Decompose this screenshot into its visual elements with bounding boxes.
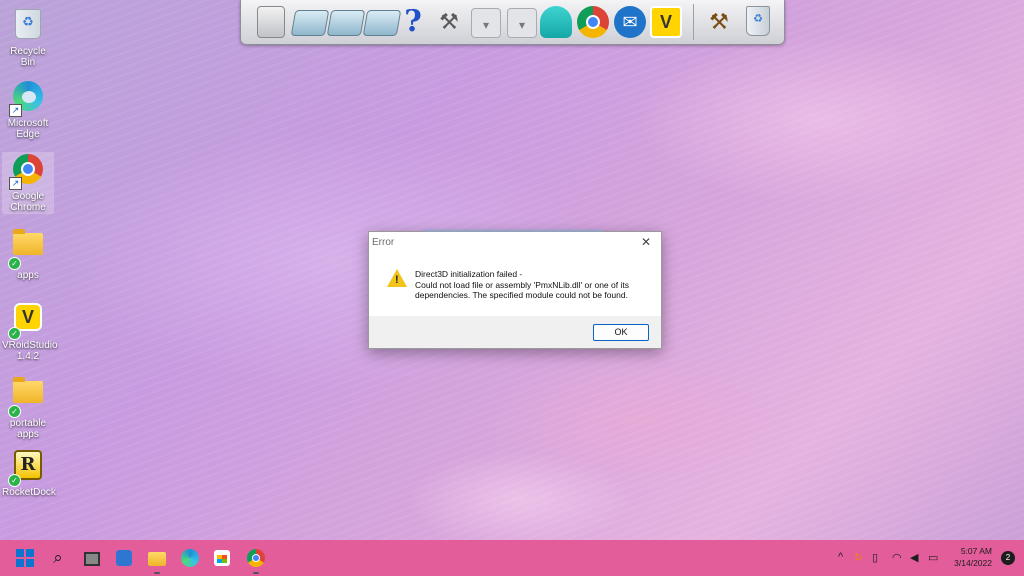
- edge-icon[interactable]: [181, 549, 199, 567]
- desktop-icon-rocketdock[interactable]: R ✓ RocketDock: [2, 448, 56, 498]
- desktop-icon-label: RocketDock: [2, 487, 56, 498]
- desktop-icon-label: Microsoft Edge: [7, 118, 49, 140]
- dialog-title: Error: [372, 237, 395, 248]
- vroid-icon[interactable]: V: [650, 6, 682, 38]
- folder-icon[interactable]: [362, 10, 402, 36]
- desktop-icon-chrome[interactable]: ↗ Google Chrome: [2, 152, 54, 214]
- folder-icon[interactable]: [326, 10, 366, 36]
- usb-icon[interactable]: ▯: [872, 551, 878, 564]
- sync-check-icon: ✓: [8, 405, 21, 418]
- sync-check-icon: ✓: [8, 257, 21, 270]
- desktop-icon-edge[interactable]: ↗ Microsoft Edge: [2, 79, 54, 140]
- widgets-icon[interactable]: [116, 550, 132, 566]
- dock-separator: [693, 4, 694, 40]
- running-indicator: [154, 572, 160, 574]
- clock-date: 3/14/2022: [954, 558, 992, 568]
- desktop-icon-label: apps: [17, 270, 39, 281]
- arrow-icon[interactable]: ▾: [507, 8, 537, 38]
- volume-icon[interactable]: ◀: [910, 551, 918, 564]
- sync-icon[interactable]: ↻: [854, 551, 863, 564]
- chevron-up-icon[interactable]: ^: [838, 551, 843, 563]
- miku-icon[interactable]: [540, 6, 572, 38]
- desktop-icon-recycle-bin[interactable]: Recycle Bin: [2, 6, 54, 68]
- error-dialog: Error ✕ ! Direct3D initialization failed…: [368, 229, 662, 349]
- help-icon[interactable]: ?: [397, 6, 429, 38]
- chrome-icon[interactable]: [247, 549, 265, 567]
- store-icon[interactable]: [214, 550, 230, 566]
- rocketdock-icon: R ✓: [8, 450, 45, 487]
- recycle-bin-icon[interactable]: [746, 6, 770, 36]
- desktop-icon-label: portable apps: [9, 418, 47, 440]
- vroid-icon: V ✓: [8, 303, 45, 340]
- computer-icon[interactable]: [257, 6, 285, 38]
- sync-check-icon: ✓: [8, 474, 21, 487]
- start-icon[interactable]: [16, 549, 34, 567]
- desktop-icon-portable-apps[interactable]: ✓ portable apps: [2, 374, 54, 440]
- rocket-dock: ? ⚒ ▾ ▾ ✉ V ⚒: [240, 0, 785, 45]
- chrome-icon: ↗: [9, 154, 45, 190]
- search-icon[interactable]: ⌕: [48, 548, 68, 568]
- desktop-icon-apps[interactable]: ✓ apps: [2, 226, 54, 281]
- dialog-message: Direct3D initialization failed - Could n…: [415, 269, 655, 301]
- taskbar: ⌕ ^ ↻ ▯ ◠ ◀ ▭ 5:07 AM 3/14/2022 2: [0, 540, 1024, 576]
- ok-button[interactable]: OK: [593, 324, 649, 341]
- desktop-icon-label: Recycle Bin: [10, 46, 46, 68]
- desktop-icon-label: Google Chrome: [10, 191, 46, 213]
- recycle-bin-icon: [11, 9, 45, 43]
- wifi-icon[interactable]: ◠: [892, 551, 902, 564]
- wrench-icon[interactable]: ⚒: [703, 6, 735, 38]
- running-indicator: [253, 572, 259, 574]
- folder-icon[interactable]: [290, 10, 330, 36]
- shortcut-arrow-icon: ↗: [9, 104, 22, 117]
- mail-icon[interactable]: ✉: [614, 6, 646, 38]
- dialog-footer: OK: [369, 316, 661, 348]
- tools-icon[interactable]: ⚒: [433, 6, 465, 38]
- folder-icon: ✓: [8, 229, 45, 270]
- task-view-icon[interactable]: [84, 552, 100, 566]
- warning-exclamation: !: [395, 274, 399, 286]
- edge-icon: ↗: [9, 81, 45, 117]
- desktop-icon-vroidstudio[interactable]: V ✓ VRoidStudio 1.4.2: [2, 300, 58, 362]
- shortcut-arrow-icon: ↗: [9, 177, 22, 190]
- close-icon[interactable]: ✕: [637, 234, 655, 250]
- desktop-icon-label: VRoidStudio 1.4.2: [2, 340, 58, 362]
- file-explorer-icon[interactable]: [148, 552, 166, 566]
- dialog-accent-bar: [423, 229, 603, 232]
- folder-icon: ✓: [8, 377, 45, 418]
- sync-check-icon: ✓: [8, 327, 21, 340]
- dialog-message-line2: Could not load file or assembly 'PmxNLib…: [415, 279, 629, 301]
- arrow-icon[interactable]: ▾: [471, 8, 501, 38]
- notification-badge[interactable]: 2: [1001, 551, 1015, 565]
- dialog-message-line1: Direct3D initialization failed -: [415, 269, 523, 279]
- battery-icon[interactable]: ▭: [928, 551, 938, 564]
- chrome-icon[interactable]: [577, 6, 609, 38]
- clock[interactable]: 5:07 AM 3/14/2022: [954, 545, 992, 569]
- clock-time: 5:07 AM: [960, 546, 992, 556]
